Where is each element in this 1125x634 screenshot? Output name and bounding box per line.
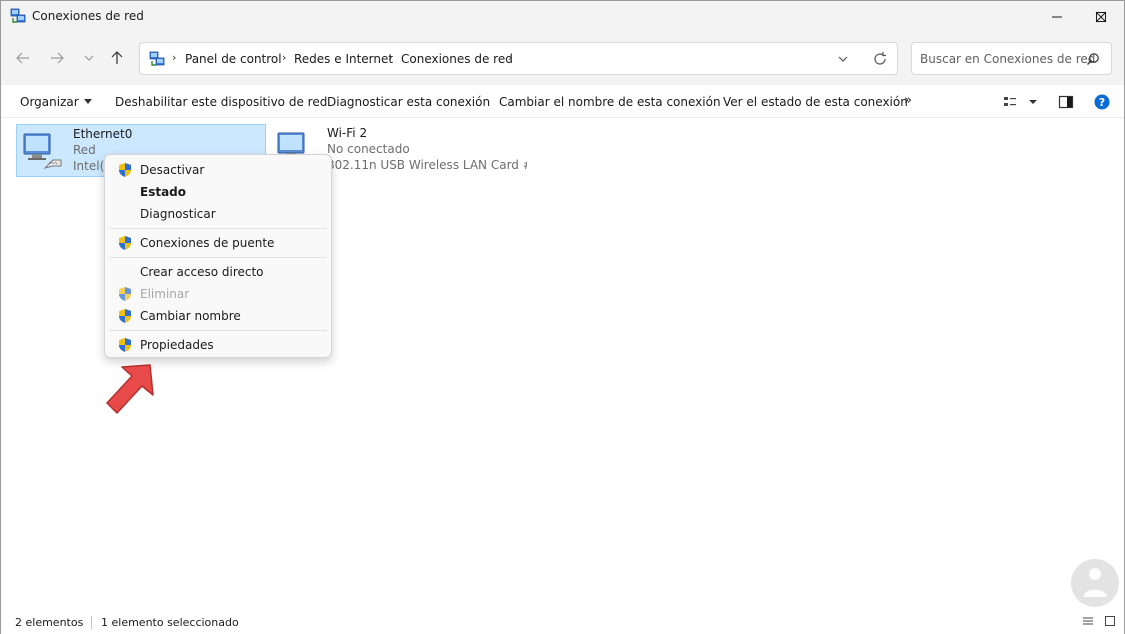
rename-connection-button[interactable]: Cambiar el nombre de esta conexión (499, 95, 721, 109)
diagnose-connection-button[interactable]: Diagnosticar esta conexión (327, 95, 490, 109)
item-count: 2 elementos (15, 616, 84, 629)
uac-shield-icon (119, 236, 131, 250)
menu-item-label: Propiedades (140, 338, 214, 352)
breadcrumb-separator-icon[interactable]: › (508, 51, 512, 64)
context-menu: Desactivar Estado Diagnosticar Conexione… (104, 154, 332, 358)
forward-button[interactable] (46, 47, 68, 69)
connection-name: Wi-Fi 2 (327, 126, 368, 140)
uac-shield-icon (119, 309, 131, 323)
selection-count: 1 elemento seleccionado (101, 616, 239, 629)
watermark-logo-icon (1071, 559, 1119, 607)
menu-item-cambiar-nombre[interactable]: Cambiar nombre (109, 305, 327, 327)
view-status-button[interactable]: Ver el estado de esta conexión (723, 95, 908, 109)
menu-item-desactivar[interactable]: Desactivar (109, 159, 327, 181)
breadcrumb-conexiones-de-red[interactable]: Conexiones de red (401, 52, 513, 66)
search-icon[interactable] (1086, 52, 1100, 66)
menu-item-label: Desactivar (140, 163, 205, 177)
arrow-up-icon (111, 51, 123, 64)
menu-item-eliminar: Eliminar (109, 283, 327, 305)
breadcrumb-separator-icon[interactable]: › (282, 51, 286, 64)
status-divider (91, 616, 92, 629)
help-icon[interactable]: ? (1094, 94, 1110, 110)
close-button[interactable] (1078, 1, 1124, 33)
menu-item-label: Diagnosticar (140, 207, 216, 221)
connection-status: Red (73, 143, 96, 157)
menu-item-label: Conexiones de puente (140, 236, 275, 250)
disable-device-button[interactable]: Deshabilitar este dispositivo de red (115, 95, 327, 109)
menu-divider (109, 228, 327, 229)
breadcrumb-panel-de-control[interactable]: Panel de control (185, 52, 282, 66)
uac-shield-icon (119, 338, 131, 352)
menu-item-label: Estado (140, 185, 187, 199)
uac-shield-icon (119, 287, 131, 301)
control-panel-icon (149, 51, 165, 66)
svg-text:?: ? (1099, 96, 1105, 109)
annotation-arrow-icon (106, 364, 154, 414)
menu-divider (109, 257, 327, 258)
menu-divider (109, 330, 327, 331)
search-box[interactable]: Buscar en Conexiones de red (911, 42, 1112, 75)
menu-item-propiedades[interactable]: Propiedades (109, 334, 327, 356)
status-bar: 2 elementos 1 elemento seleccionado (1, 609, 1124, 634)
breadcrumb-separator-icon[interactable]: › (388, 51, 392, 64)
window: Conexiones de red › Panel de control › R… (0, 0, 1125, 634)
menu-item-label: Eliminar (140, 287, 190, 301)
address-history-chevron-icon[interactable] (835, 51, 851, 67)
more-commands-button[interactable]: » (904, 93, 912, 108)
refresh-icon[interactable] (872, 51, 888, 67)
title-bar[interactable]: Conexiones de red (1, 1, 1124, 33)
navigation-bar: › Panel de control › Redes e Internet › … (1, 33, 1124, 85)
organize-label: Organizar (20, 95, 79, 109)
arrow-left-icon (16, 52, 29, 64)
menu-item-estado[interactable]: Estado (109, 181, 327, 203)
menu-item-label: Crear acceso directo (140, 265, 264, 279)
connection-device: 802.11n USB Wireless LAN Card #2 (327, 158, 527, 172)
large-icons-view-icon[interactable] (1104, 615, 1116, 627)
uac-shield-icon (119, 163, 131, 177)
breadcrumb-separator-icon[interactable]: › (172, 51, 176, 64)
close-icon (1095, 11, 1107, 23)
menu-item-crear-acceso-directo[interactable]: Crear acceso directo (109, 261, 327, 283)
breadcrumb-redes-e-internet[interactable]: Redes e Internet (294, 52, 393, 66)
up-button[interactable] (106, 47, 128, 69)
view-options-icon[interactable] (1003, 94, 1019, 110)
network-connections-app-icon (10, 8, 26, 23)
back-button[interactable] (12, 47, 34, 69)
ethernet-adapter-icon (23, 133, 62, 169)
address-bar[interactable]: › Panel de control › Redes e Internet › … (139, 42, 898, 75)
organize-button[interactable]: Organizar (20, 95, 92, 109)
chevron-down-icon (83, 99, 92, 104)
details-view-icon[interactable] (1082, 615, 1094, 627)
connection-status: No conectado (327, 142, 410, 156)
preview-pane-icon[interactable] (1058, 94, 1074, 110)
search-input[interactable]: Buscar en Conexiones de red (920, 52, 1095, 66)
arrow-right-icon (51, 52, 64, 64)
recent-locations-button[interactable] (78, 47, 100, 69)
menu-item-label: Cambiar nombre (140, 309, 241, 323)
view-dropdown-chevron-icon[interactable] (1025, 94, 1041, 110)
window-title: Conexiones de red (32, 9, 144, 23)
command-bar: Organizar Deshabilitar este dispositivo … (1, 85, 1124, 118)
menu-item-conexiones-de-puente[interactable]: Conexiones de puente (109, 232, 327, 254)
chevron-down-icon (84, 55, 94, 61)
menu-item-diagnosticar[interactable]: Diagnosticar (109, 203, 327, 225)
connection-name: Ethernet0 (73, 127, 133, 141)
